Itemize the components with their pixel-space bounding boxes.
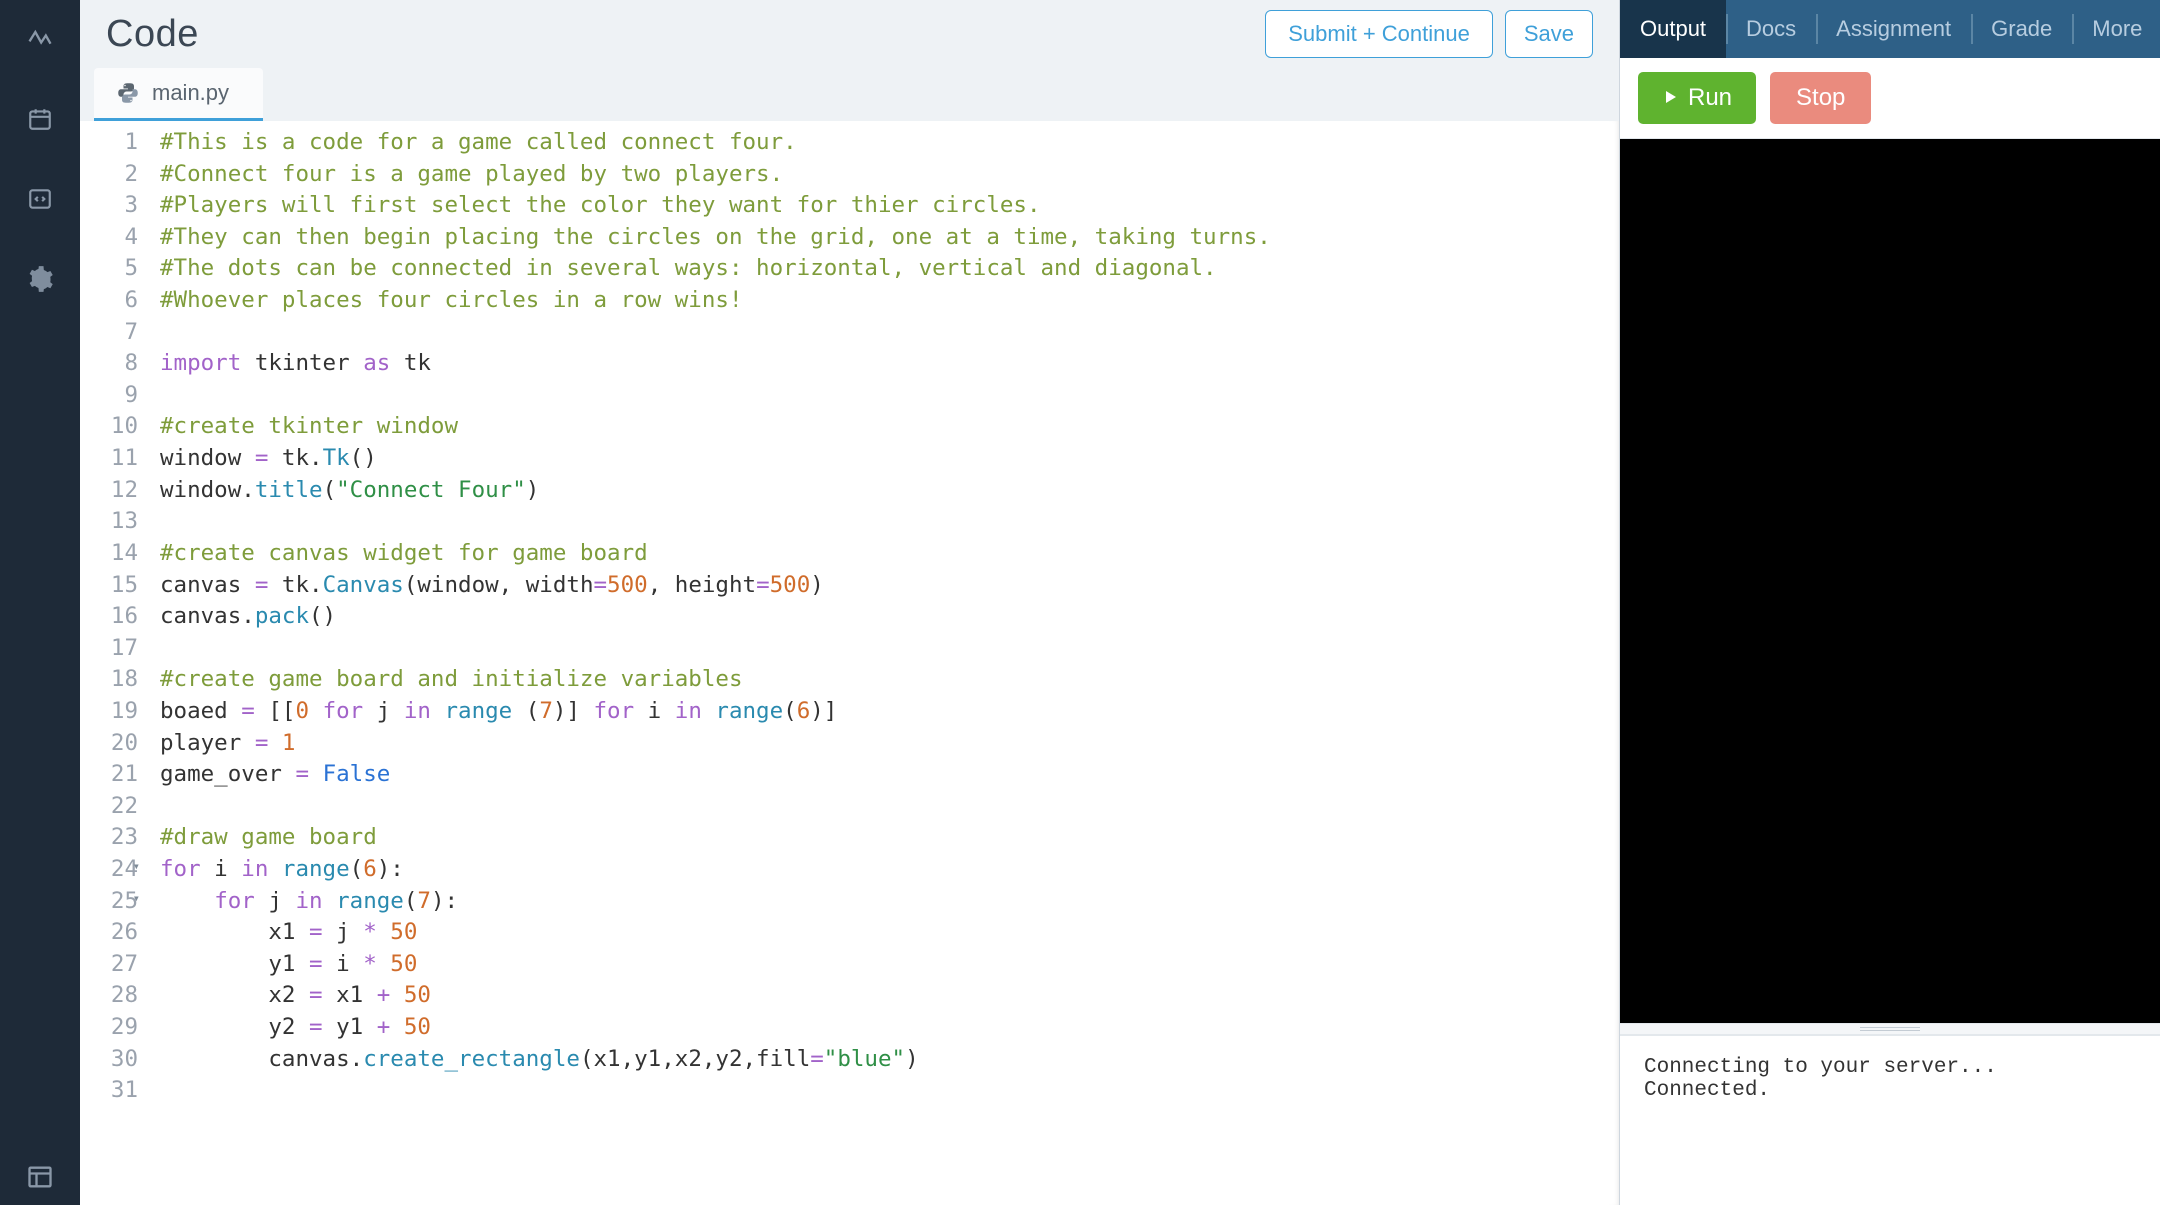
right-panel: OutputDocsAssignmentGradeMore Run Stop C… xyxy=(1620,0,2160,1205)
code-icon[interactable] xyxy=(25,184,55,214)
file-tab-main-py[interactable]: main.py xyxy=(94,68,263,122)
left-nav-rail xyxy=(0,0,80,1205)
save-button[interactable]: Save xyxy=(1505,10,1593,58)
file-tab-label: main.py xyxy=(152,80,229,106)
pane-resize-handle[interactable] xyxy=(1620,1023,2160,1035)
panel-tabs: OutputDocsAssignmentGradeMore xyxy=(1620,0,2160,58)
code-editor[interactable]: 123456789101112131415161718192021222324▾… xyxy=(80,121,1619,1205)
submit-continue-button[interactable]: Submit + Continue xyxy=(1265,10,1493,58)
code-lines[interactable]: #This is a code for a game called connec… xyxy=(150,121,1619,1205)
file-tabs: main.py xyxy=(80,68,1619,121)
console-output: Connecting to your server... Connected. xyxy=(1620,1035,2160,1205)
code-column: Code Submit + Continue Save main.py 1234… xyxy=(80,0,1620,1205)
code-header: Code Submit + Continue Save xyxy=(80,0,1619,68)
header-buttons: Submit + Continue Save xyxy=(1265,10,1593,58)
layout-icon[interactable] xyxy=(25,1175,55,1205)
output-canvas xyxy=(1620,139,2160,1023)
panel-tab-grade[interactable]: Grade xyxy=(1971,0,2072,58)
line-gutter: 123456789101112131415161718192021222324▾… xyxy=(80,121,150,1205)
panel-tab-output[interactable]: Output xyxy=(1620,0,1726,58)
logo-icon[interactable] xyxy=(25,24,55,54)
stop-button[interactable]: Stop xyxy=(1770,72,1871,124)
panel-tab-docs[interactable]: Docs xyxy=(1726,0,1816,58)
python-icon xyxy=(116,81,140,105)
panel-tab-more[interactable]: More xyxy=(2072,0,2160,58)
main-area: Code Submit + Continue Save main.py 1234… xyxy=(80,0,2160,1205)
gear-icon[interactable] xyxy=(25,264,55,294)
panel-toolbar: Run Stop xyxy=(1620,58,2160,139)
run-button[interactable]: Run xyxy=(1638,72,1756,124)
calendar-icon[interactable] xyxy=(25,104,55,134)
play-icon xyxy=(1662,84,1678,112)
run-button-label: Run xyxy=(1688,84,1732,112)
page-title: Code xyxy=(106,13,199,56)
panel-tab-assignment[interactable]: Assignment xyxy=(1816,0,1971,58)
